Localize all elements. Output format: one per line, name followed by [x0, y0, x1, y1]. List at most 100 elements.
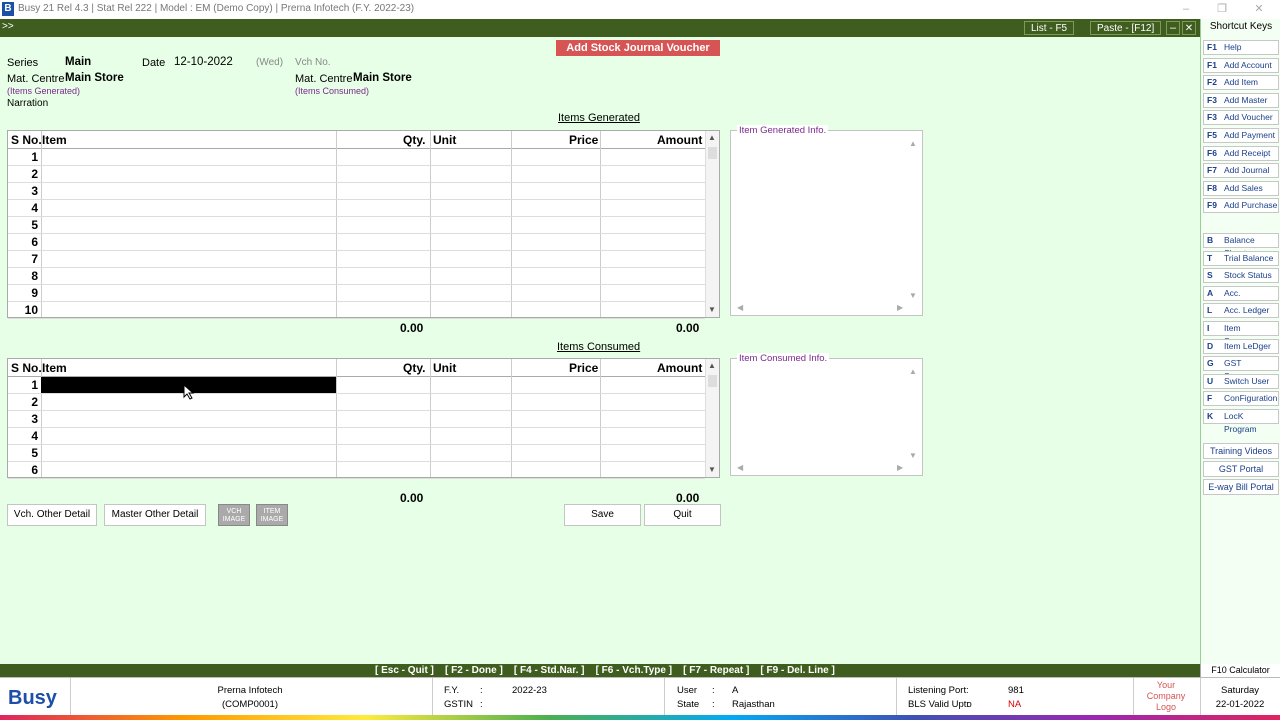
table-row[interactable]: 8 [8, 268, 705, 285]
vch-other-detail-button[interactable]: Vch. Other Detail [7, 504, 97, 526]
quit-button[interactable]: Quit [644, 504, 721, 526]
shortcut-key: G [1207, 358, 1214, 369]
scroll-left-icon[interactable]: ◀ [737, 463, 743, 472]
shortcut-switch-user[interactable]: U Switch User [1203, 373, 1279, 389]
calculator-button[interactable]: F10 Calculator [1200, 664, 1280, 677]
shortcut-stock-status[interactable]: S Stock Status [1203, 268, 1279, 284]
shortcut-acc-summary[interactable]: AAcc. Summary [1203, 285, 1279, 311]
table-row[interactable]: 6 [8, 234, 705, 251]
matcentre-cons-value[interactable]: Main Store [353, 72, 412, 84]
list-button[interactable]: List - F5 [1024, 21, 1075, 35]
shortcut-configuration[interactable]: F ConFiguration [1203, 391, 1279, 407]
shortcut-add-master[interactable]: F3 Add Master [1203, 92, 1279, 108]
table-row[interactable]: 5 [8, 217, 705, 234]
narration-label: Narration [7, 98, 49, 109]
shortcut-key: F6 [1207, 147, 1217, 158]
shortcut-key: I [1207, 323, 1210, 333]
table-row[interactable]: 1 [8, 377, 705, 394]
header-qty: Qty. [403, 361, 426, 375]
shortcut-key: A [1207, 287, 1214, 298]
key-hints-bar: [ Esc - Quit ] [ F2 - Done ] [ F4 - Std.… [0, 664, 1280, 677]
restore-icon[interactable]: ❐ [1214, 2, 1230, 16]
shortcut-item-ledger[interactable]: D Item LeDger [1203, 338, 1279, 354]
shortcut-help[interactable]: F1 Help [1203, 40, 1279, 55]
items-consumed-sub: (Items Consumed) [295, 86, 370, 96]
table-row[interactable]: 6 [8, 462, 705, 479]
shortcut-key: D [1207, 340, 1214, 351]
shortcut-add-sales[interactable]: F8 Add Sales [1203, 180, 1279, 196]
shortcut-gst-summary[interactable]: GGST Summary [1203, 356, 1279, 381]
shortcut-add-purchase[interactable]: F9 Add Purchase [1203, 198, 1279, 214]
shortcut-label: Add Purchase [1224, 200, 1278, 211]
scroll-down-icon[interactable]: ▼ [909, 291, 917, 300]
port-sep: : [966, 685, 969, 696]
shortcut-trial-balance[interactable]: T Trial Balance [1203, 250, 1279, 266]
matcentre-gen-value[interactable]: Main Store [65, 72, 124, 84]
shortcut-acc-ledger[interactable]: L Acc. Ledger [1203, 303, 1279, 319]
shortcut-key: L [1207, 305, 1213, 316]
shortcut-add-voucher[interactable]: F3 Add Voucher [1203, 110, 1279, 126]
date-label: Date [142, 57, 166, 69]
shortcut-add-item[interactable]: F2 Add Item [1203, 75, 1279, 91]
header-sno: S No. [11, 133, 42, 147]
item-image-button[interactable]: ITEM IMAGE [256, 504, 288, 526]
shortcut-item-summary[interactable]: IItem Summary [1203, 321, 1279, 346]
consumed-total-amount: 0.00 [676, 491, 700, 505]
logo-line: Company [1146, 691, 1186, 701]
header-unit: Unit [433, 133, 457, 147]
row-sno: 2 [31, 167, 38, 181]
table-row[interactable]: 3 [8, 183, 705, 200]
bls-value: NA [1008, 699, 1022, 710]
shortcut-balance-sheet[interactable]: BBalance Sheet [1203, 233, 1279, 258]
minimize-form-icon[interactable]: – [1166, 21, 1180, 35]
link-training-videos[interactable]: Training Videos [1203, 443, 1279, 459]
scroll-down-icon[interactable]: ▼ [909, 451, 917, 460]
row-sno: 2 [31, 395, 38, 409]
table-row[interactable]: 4 [8, 200, 705, 217]
table-row[interactable]: 7 [8, 251, 705, 268]
save-button[interactable]: Save [564, 504, 641, 526]
scroll-right-icon[interactable]: ▶ [897, 303, 903, 312]
table-row[interactable]: 2 [8, 166, 705, 183]
link-gst-portal[interactable]: GST Portal [1203, 461, 1279, 477]
vch-image-button[interactable]: VCH IMAGE [218, 504, 250, 526]
scroll-up-icon[interactable]: ▲ [909, 367, 917, 376]
company-logo-placeholder[interactable]: Your Company Logo [1133, 680, 1199, 713]
shortcut-add-journal[interactable]: F7 Add Journal [1203, 163, 1279, 179]
master-other-detail-button[interactable]: Master Other Detail [104, 504, 206, 526]
scroll-right-icon[interactable]: ▶ [897, 463, 903, 472]
fy-value: 2022-23 [512, 685, 547, 696]
table-row[interactable]: 9 [8, 285, 705, 302]
shortcut-add-account[interactable]: F1 Add Account [1203, 57, 1279, 73]
row-sno: 1 [31, 378, 38, 392]
scroll-up-icon[interactable]: ▲ [909, 139, 917, 148]
link-e-way-bill-portal[interactable]: E-way Bill Portal [1203, 479, 1279, 495]
item-generated-info: Item Generated Info. ▲ ▼ ◀ ▶ [730, 125, 923, 316]
collapse-icon[interactable]: >> [2, 21, 14, 32]
generated-scrollbar[interactable]: ▲ ▼ [705, 131, 719, 317]
busy-logo-icon: B [2, 2, 14, 16]
table-row[interactable]: 2 [8, 394, 705, 411]
close-icon[interactable]: ✕ [1251, 2, 1267, 16]
shortcut-add-payment[interactable]: F5 Add Payment [1203, 128, 1279, 143]
paste-button[interactable]: Paste - [F12] [1090, 21, 1162, 35]
shortcut-lock-program[interactable]: K LocK Program [1203, 409, 1279, 434]
items-generated-title: Items Generated [558, 112, 640, 124]
table-row[interactable]: 1 [8, 149, 705, 166]
close-form-icon[interactable]: ✕ [1182, 21, 1196, 35]
bls-sep: : [966, 699, 969, 710]
shortcut-label: Add Item [1224, 77, 1259, 88]
table-row[interactable]: 4 [8, 428, 705, 445]
matcentre-cons-label: Mat. Centre [295, 73, 353, 85]
scroll-left-icon[interactable]: ◀ [737, 303, 743, 312]
shortcut-add-receipt[interactable]: F6 Add Receipt [1203, 145, 1279, 161]
series-value[interactable]: Main [65, 56, 91, 68]
table-row[interactable]: 10 [8, 302, 705, 319]
table-row[interactable]: 3 [8, 411, 705, 428]
date-value[interactable]: 12-10-2022 [174, 56, 233, 68]
table-row[interactable]: 5 [8, 445, 705, 462]
minimize-icon[interactable]: – [1178, 2, 1194, 16]
shortcut-label: Help [1224, 42, 1242, 52]
consumed-scrollbar[interactable]: ▲ ▼ [705, 359, 719, 477]
state-value: Rajasthan [732, 699, 775, 710]
